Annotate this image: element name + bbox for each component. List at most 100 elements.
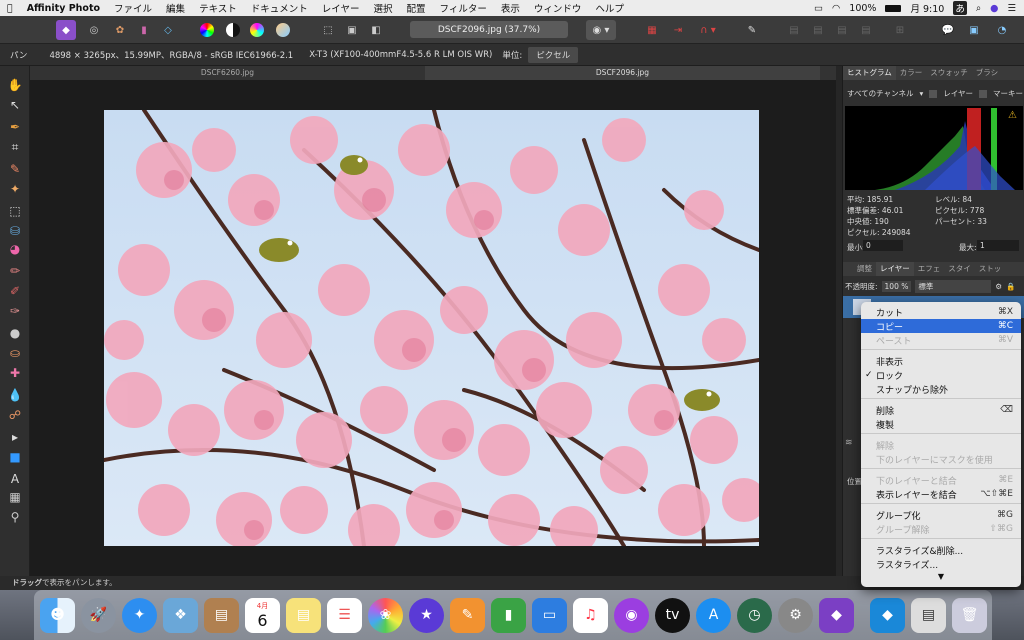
hsl-icon[interactable] — [250, 23, 264, 37]
menu-window[interactable]: ウィンドウ — [527, 1, 589, 15]
tab-effects[interactable]: エフェ — [914, 262, 945, 276]
liquify-persona-icon[interactable]: ◎ — [84, 20, 104, 40]
siri-icon[interactable]: ● — [990, 3, 998, 14]
contacts-icon[interactable]: ▤ — [204, 597, 239, 633]
search-icon[interactable]: ⌕ — [976, 3, 981, 14]
snap-icon[interactable]: ⇥ — [668, 20, 688, 40]
mesh-warp-icon[interactable]: ▦ — [6, 488, 24, 506]
context-menu-item[interactable]: ✓ ロック — [861, 368, 1021, 382]
channel-chevron-icon[interactable]: ▾ — [919, 89, 923, 98]
safari-icon[interactable]: ✦ — [122, 597, 157, 633]
menu-filter[interactable]: フィルター — [433, 1, 494, 15]
app-store-icon[interactable]: A — [696, 597, 731, 633]
context-menu-item[interactable]: 削除 ⌫ — [861, 403, 1021, 417]
brush-toggle-icon[interactable]: ✎ — [742, 20, 762, 40]
paint-brush-icon[interactable]: ✏ — [6, 262, 24, 280]
studio-icon[interactable]: ▣ — [964, 20, 984, 40]
affinity-designer-dock-icon[interactable]: ◆ — [870, 597, 905, 633]
layer-lock-icon[interactable]: 🔒 — [1006, 282, 1015, 291]
launchpad-icon[interactable]: 🚀 — [81, 597, 116, 633]
context-menu-item[interactable]: ラスタライズ&削除... — [861, 543, 1021, 557]
layer-gear-icon[interactable]: ⚙ — [995, 282, 1002, 291]
tab-brushes[interactable]: ブラシ — [972, 66, 1002, 80]
context-menu-item[interactable]: カット ⌘X — [861, 305, 1021, 319]
max-field[interactable]: 1 — [977, 240, 1019, 251]
notes-icon[interactable]: ▤ — [286, 597, 321, 633]
marquee-checkbox[interactable] — [979, 89, 987, 98]
music-icon[interactable]: ♫ — [573, 597, 608, 633]
layer-checkbox[interactable] — [929, 89, 938, 98]
context-menu-item[interactable]: 複製 — [861, 417, 1021, 431]
magnet-icon[interactable]: ∩ ▾ — [694, 20, 722, 40]
context-menu-item[interactable]: ラスタライズ... — [861, 557, 1021, 571]
photos-icon[interactable]: ❀ — [368, 597, 403, 633]
cherry-blossom-photo[interactable] — [104, 110, 759, 546]
crop-tool-icon[interactable]: ⌗ — [6, 138, 24, 156]
color-wheel-icon[interactable] — [200, 23, 214, 37]
healing-tool-icon[interactable]: ✚ — [6, 364, 24, 382]
calendar-icon[interactable]: 4月 6 — [245, 597, 280, 633]
marquee-tool-icon[interactable]: ⬚ — [6, 202, 24, 220]
marquee-icon[interactable]: ⬚ — [318, 20, 338, 40]
numbers-icon[interactable]: ▮ — [491, 597, 526, 633]
align-icon[interactable]: ⊞ — [890, 20, 910, 40]
gradient-tool-icon[interactable]: ◕ — [6, 240, 24, 258]
context-menu-item[interactable]: スナップから除外 — [861, 382, 1021, 396]
input-source[interactable]: あ — [953, 1, 967, 15]
mixer-brush-icon[interactable]: ✐ — [6, 282, 24, 300]
arrange-front-icon[interactable]: ▤ — [856, 20, 876, 40]
blend-mode-select[interactable]: 標準 — [915, 279, 992, 293]
hand-tool-icon[interactable]: ✋ — [6, 76, 24, 94]
airplay-icon[interactable]: ▭ — [814, 3, 823, 14]
pen-tool-icon[interactable]: ▸ — [6, 428, 24, 446]
downloads-stack-icon[interactable]: ▤ — [911, 597, 946, 633]
battery-label[interactable]: 100% — [849, 3, 876, 14]
tab-dscf2096[interactable]: DSCF2096.jpg — [425, 66, 820, 80]
document-title[interactable]: DSCF2096.jpg (37.7%) — [410, 21, 568, 38]
selection-brush-icon[interactable]: ✎ — [6, 160, 24, 178]
view-icon[interactable]: ◔ — [992, 20, 1012, 40]
trash-icon[interactable]: 🗑 — [952, 597, 987, 633]
tab-dscf6260[interactable]: DSCF6260.jpg — [30, 66, 425, 80]
battery-icon[interactable] — [885, 4, 902, 12]
erase-brush-icon[interactable]: ✑ — [6, 302, 24, 320]
quickmask-icon[interactable]: ◉ ▾ — [586, 20, 616, 40]
notification-icon[interactable]: ☰ — [1007, 3, 1016, 14]
tonemap-persona-icon[interactable]: ▮ — [134, 20, 154, 40]
assistant-icon[interactable]: 💬 — [938, 20, 958, 40]
tab-histogram[interactable]: ヒストグラム — [843, 66, 896, 80]
apple-icon[interactable]:  — [0, 3, 20, 14]
opacity-field[interactable]: 100 % — [881, 280, 912, 292]
flood-select-icon[interactable]: ✦ — [6, 180, 24, 198]
develop-persona-icon[interactable]: ✿ — [110, 20, 130, 40]
contrast-icon[interactable] — [226, 23, 240, 37]
menu-view[interactable]: 表示 — [494, 1, 527, 15]
tab-layers[interactable]: レイヤー — [876, 262, 914, 276]
tab-swatches[interactable]: スウォッチ — [926, 66, 972, 80]
wifi-icon[interactable]: ◠ — [832, 3, 840, 14]
shape-tool-icon[interactable]: ■ — [6, 448, 24, 466]
unit-select[interactable]: ピクセル — [528, 46, 579, 63]
flood-fill-icon[interactable]: ⛁ — [6, 222, 24, 240]
dodge-tool-icon[interactable]: ● — [6, 324, 24, 342]
app-menu[interactable]: Affinity Photo — [20, 3, 107, 14]
menu-help[interactable]: ヘルプ — [588, 1, 631, 15]
channel-select[interactable]: すべてのチャンネル — [847, 88, 913, 99]
context-menu-item[interactable]: コピー ⌘C — [861, 319, 1021, 333]
color-picker-icon[interactable]: ✒ — [6, 118, 24, 136]
tab-adjustments[interactable]: 調整 — [843, 262, 876, 276]
time-machine-icon[interactable]: ◷ — [737, 597, 772, 633]
tab-stock[interactable]: ストッ — [975, 262, 1006, 276]
tab-color[interactable]: カラー — [896, 66, 927, 80]
menu-file[interactable]: ファイル — [107, 1, 159, 15]
histogram-graph[interactable]: ⚠ — [845, 106, 1023, 190]
imovie-icon[interactable]: ★ — [409, 597, 444, 633]
menu-select[interactable]: 選択 — [367, 1, 400, 15]
context-menu-item[interactable]: 非表示 — [861, 354, 1021, 368]
menu-text[interactable]: テキスト — [192, 1, 244, 15]
tab-styles[interactable]: スタイ — [944, 262, 975, 276]
preview-icon[interactable]: ❖ — [163, 597, 198, 633]
menu-document[interactable]: ドキュメント — [244, 1, 315, 15]
arrange-forward-icon[interactable]: ▤ — [832, 20, 852, 40]
marquee-invert-icon[interactable]: ◧ — [366, 20, 386, 40]
